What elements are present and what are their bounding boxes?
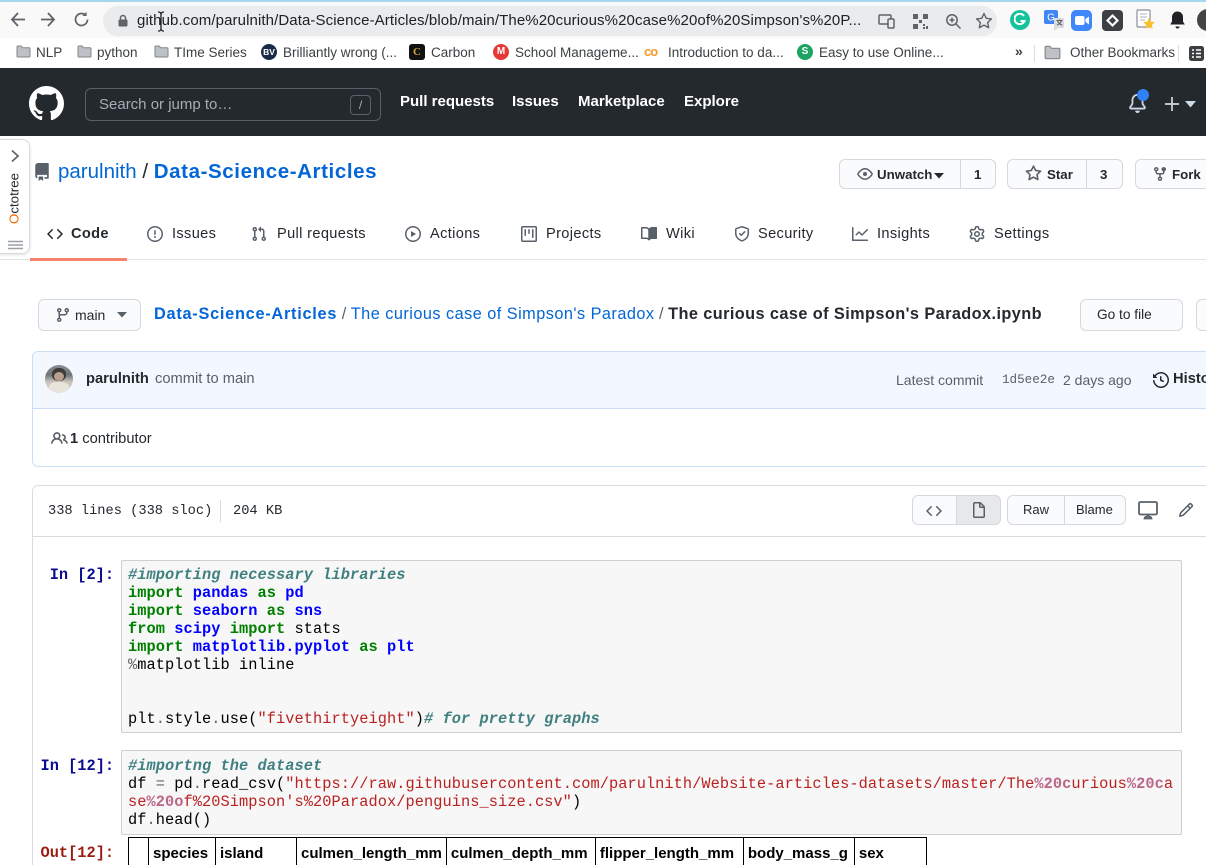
svg-text:G: G <box>1047 13 1055 24</box>
